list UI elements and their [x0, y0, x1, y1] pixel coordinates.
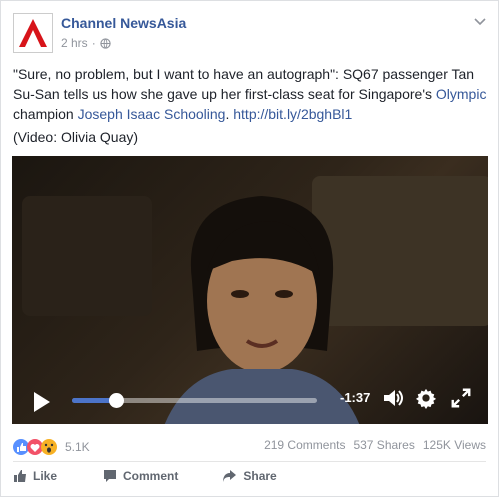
volume-icon[interactable] [382, 386, 404, 410]
share-label: Share [243, 469, 277, 483]
external-url-link[interactable]: http://bit.ly/2bghBl1 [233, 106, 352, 122]
thumbs-up-icon [14, 470, 26, 482]
comments-count-link[interactable]: 219 Comments [264, 438, 345, 452]
reactions-summary[interactable]: 5.1K [13, 438, 90, 456]
logo-mark-icon [19, 19, 47, 47]
comment-button[interactable]: Comment [103, 469, 178, 483]
views-count: 125K Views [422, 438, 486, 452]
share-button[interactable]: Share [222, 469, 277, 483]
video-controls: -1:37 [12, 374, 488, 424]
post-text-segment: champion [13, 106, 78, 122]
globe-icon[interactable] [100, 37, 111, 49]
comment-label: Comment [123, 469, 179, 483]
page-name-link[interactable]: Channel NewsAsia [61, 15, 186, 31]
like-label: Like [33, 469, 58, 483]
like-button[interactable]: Like [13, 469, 57, 483]
chevron-down-icon[interactable] [474, 15, 486, 29]
hashtag-olympic-link[interactable]: Olympic [436, 86, 487, 102]
shares-count-link[interactable]: 537 Shares [353, 438, 414, 452]
reaction-count[interactable]: 5.1K [65, 440, 90, 454]
meta-separator: · [91, 36, 96, 50]
share-icon [223, 470, 237, 482]
post-body-text: "Sure, no problem, but I want to have an… [13, 64, 489, 124]
mention-joseph-schooling-link[interactable]: Joseph Isaac Schooling [78, 106, 226, 122]
divider [13, 461, 486, 462]
video-credit-caption: (Video: Olivia Quay) [13, 129, 139, 145]
video-post-card: Channel NewsAsia 2 hrs · "Sure, no probl… [0, 0, 499, 497]
seat-background [22, 196, 152, 316]
action-bar: Like Comment Share [13, 469, 277, 483]
comment-icon [104, 470, 117, 482]
fullscreen-icon[interactable] [450, 386, 472, 410]
engagement-stats: 219 Comments 537 Shares 125K Views [264, 438, 486, 452]
scrubber-handle[interactable] [109, 393, 125, 408]
progress-scrubber[interactable] [72, 393, 317, 408]
video-player[interactable]: -1:37 [12, 156, 488, 424]
post-timestamp[interactable]: 2 hrs [61, 36, 88, 50]
post-text-segment: "Sure, no problem, but I want to have an… [13, 66, 475, 102]
time-remaining: -1:37 [340, 390, 371, 405]
channel-newsasia-logo[interactable] [13, 13, 53, 53]
post-meta: 2 hrs · [61, 36, 111, 50]
gear-icon[interactable] [415, 386, 437, 410]
reaction-icons [13, 439, 57, 455]
play-icon[interactable] [34, 392, 50, 412]
